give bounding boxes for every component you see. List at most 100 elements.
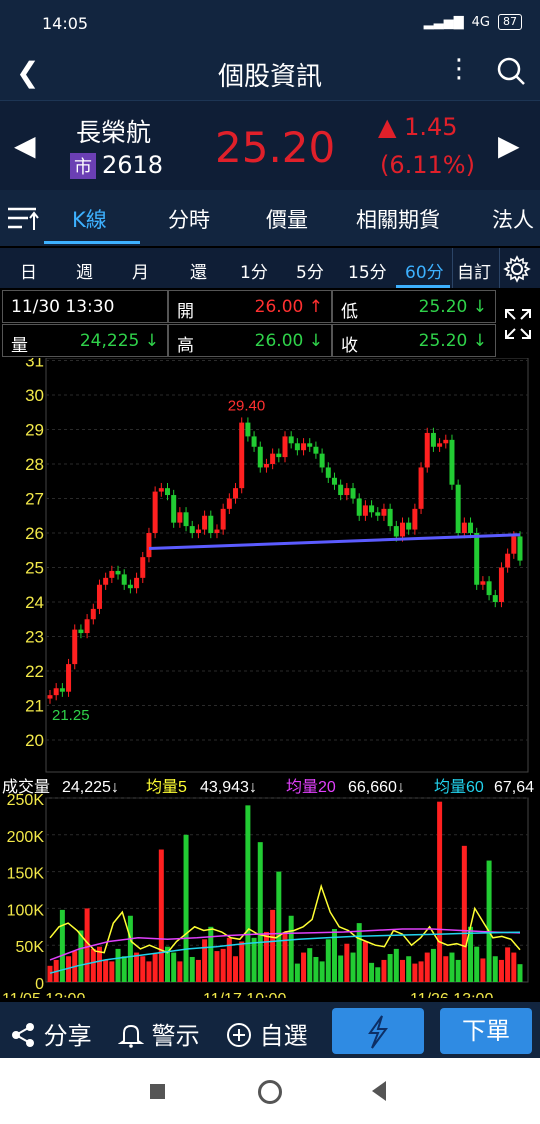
support-trendline: [148, 533, 521, 551]
period-day[interactable]: 日: [20, 258, 37, 283]
custom-period-button[interactable]: 自訂: [452, 248, 500, 288]
home-button[interactable]: [258, 1080, 282, 1104]
share-icon: [12, 1023, 34, 1047]
volume-bar: [505, 947, 511, 982]
price-y-tick: 30: [25, 386, 44, 405]
watchlist-label: 自選: [259, 1022, 308, 1050]
candle-body: [270, 453, 276, 464]
volume-bar: [233, 956, 239, 982]
candle-body: [171, 495, 177, 523]
volume-bar: [121, 956, 127, 982]
volume-bar: [109, 961, 115, 982]
volume-bar: [307, 948, 313, 982]
tab-institutional[interactable]: 法人: [492, 204, 534, 234]
volume-bar: [195, 959, 201, 982]
candle-body: [338, 484, 344, 496]
period-adjusted[interactable]: 還: [190, 258, 207, 283]
vol-legend-value: 24,225↓: [62, 779, 119, 796]
candle-body: [313, 446, 319, 454]
up-triangle-icon: ▲: [378, 113, 397, 141]
volume-bar: [127, 915, 133, 982]
stock-code: 2618: [102, 151, 164, 179]
change-percent: (6.11%): [380, 151, 475, 179]
signal-icon: ▂▃▅▇: [423, 14, 464, 30]
candle-body: [263, 464, 269, 468]
close-label: 收: [341, 336, 358, 356]
volume-bar: [301, 952, 307, 982]
tab-kline[interactable]: K線: [72, 204, 107, 234]
next-stock-button[interactable]: ▶: [498, 129, 520, 162]
volume-value: 24,225 ↓: [79, 331, 159, 351]
candle-body: [146, 533, 152, 558]
period-5min[interactable]: 5分: [296, 258, 324, 283]
candle-body: [158, 488, 164, 492]
high-price-label: 29.40: [228, 398, 266, 415]
status-time: 14:05: [42, 14, 89, 33]
share-button[interactable]: 分享: [10, 1016, 92, 1051]
more-options-icon[interactable]: ⋮: [446, 54, 472, 84]
candle-body: [115, 570, 121, 575]
candle-body: [109, 570, 115, 578]
tab-related-futures[interactable]: 相關期貨: [356, 204, 440, 234]
search-icon[interactable]: [496, 56, 526, 86]
candle-body: [350, 488, 356, 499]
open-label: 開: [177, 302, 194, 322]
candle-body: [202, 515, 208, 530]
candle-body: [486, 581, 492, 596]
period-15min[interactable]: 15分: [348, 258, 387, 283]
candle-body: [72, 629, 78, 665]
recent-apps-button[interactable]: [150, 1084, 165, 1099]
expand-icon[interactable]: [498, 290, 538, 358]
volume-y-tick: 150K: [7, 866, 45, 883]
volume-bar: [115, 948, 121, 982]
gear-icon[interactable]: [502, 254, 532, 284]
period-month[interactable]: 月: [132, 258, 149, 283]
volume-bar: [140, 956, 146, 982]
candle-body: [344, 488, 350, 496]
price-y-tick: 20: [25, 731, 44, 750]
candle-body: [461, 522, 467, 533]
info-volume: 量 24,225 ↓: [2, 324, 168, 357]
candle-body: [140, 557, 146, 578]
volume-y-tick: 200K: [7, 829, 45, 846]
volume-bar: [474, 946, 480, 982]
alert-button[interactable]: 警示: [117, 1016, 200, 1051]
candle-body: [511, 536, 517, 554]
period-60min[interactable]: 60分: [405, 258, 444, 283]
price-y-tick: 23: [25, 628, 44, 647]
low-value: 25.20 ↓: [418, 297, 487, 317]
datetime-value: 11/30 13:30: [11, 297, 115, 317]
volume-label: 量: [11, 336, 28, 356]
stock-chart[interactable]: 31302928272625242322212029.4021.25成交量 24,…: [0, 358, 540, 998]
candle-body: [103, 577, 109, 585]
quick-order-button[interactable]: [332, 1008, 424, 1054]
ma20-legend-value: 66,660↓: [348, 779, 405, 796]
volume-bar: [189, 956, 195, 982]
back-nav-button[interactable]: [370, 1080, 388, 1102]
candle-body: [53, 688, 59, 696]
candle-body: [47, 695, 53, 699]
volume-bar: [338, 955, 344, 982]
watchlist-button[interactable]: 自選: [226, 1016, 308, 1051]
add-circle-icon: [227, 1023, 251, 1047]
chart-tabs: K線 分時 價量 相關期貨 法人: [0, 190, 540, 246]
share-label: 分享: [43, 1022, 92, 1050]
volume-bar: [47, 965, 53, 982]
period-1min[interactable]: 1分: [240, 258, 268, 283]
candle-body: [78, 629, 84, 634]
ma5-legend-value: 43,943↓: [200, 779, 257, 796]
candle-body: [294, 443, 300, 451]
title-bar: ❮ 個股資訊 ⋮: [0, 46, 540, 100]
tab-intraday[interactable]: 分時: [168, 204, 210, 234]
prev-stock-button[interactable]: ◀: [14, 129, 36, 162]
change-value: 1.45: [404, 113, 458, 141]
price-change: ▲ 1.45: [378, 113, 458, 141]
volume-bar: [381, 959, 387, 982]
volume-bar: [214, 951, 220, 982]
active-tab-indicator: [44, 241, 140, 244]
volume-bar: [245, 805, 251, 982]
menu-sort-icon[interactable]: [6, 204, 40, 232]
period-week[interactable]: 週: [76, 258, 93, 283]
tab-price-volume[interactable]: 價量: [266, 204, 308, 234]
order-button[interactable]: 下單: [440, 1008, 532, 1054]
